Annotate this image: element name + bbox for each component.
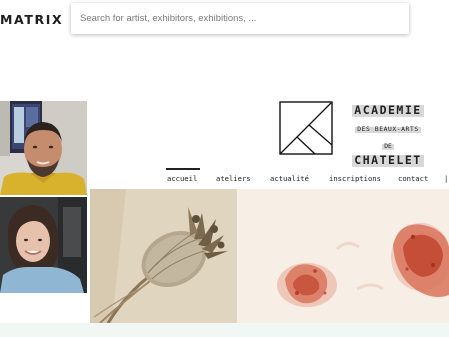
academie-logo-text[interactable]: ACADEMIE DES BEAUX-ARTS DE CHATELET [338,101,438,168]
logo-line-4: CHATELET [352,153,424,168]
red-abstract-artwork [237,189,449,323]
logo-line-2: DES BEAUX-ARTS [355,125,421,134]
banner-image-right [237,189,449,323]
academie-logo-icon[interactable] [279,101,333,155]
search-input[interactable] [71,3,409,34]
poppy-pod-artwork [90,189,237,323]
search-box[interactable] [71,3,409,34]
screen: MATRIX Search for artist, exhibitors, ex… [0,0,449,337]
nav-item-ateliers[interactable]: ateliers [216,174,251,183]
top-bar: MATRIX [0,0,449,38]
banner-image-left [90,189,237,323]
logo-line-1: ACADEMIE [352,103,424,117]
video-tile-participant-1 [0,101,87,195]
nav-item-overflow[interactable]: | [444,174,448,183]
brand-logo[interactable]: MATRIX [0,12,63,27]
participant-1-video [0,101,87,195]
participant-2-video [0,197,87,293]
logo-line-3: DE [382,142,394,150]
nav-active-indicator [166,168,200,170]
nav-item-inscriptions[interactable]: inscriptions [329,174,381,183]
page-bottom-strip [0,323,449,337]
video-tile-participant-2 [0,197,87,293]
nav-item-actualite[interactable]: actualité [270,174,309,183]
nav-item-accueil[interactable]: accueil [167,174,197,183]
nav-item-contact[interactable]: contact [398,174,428,183]
